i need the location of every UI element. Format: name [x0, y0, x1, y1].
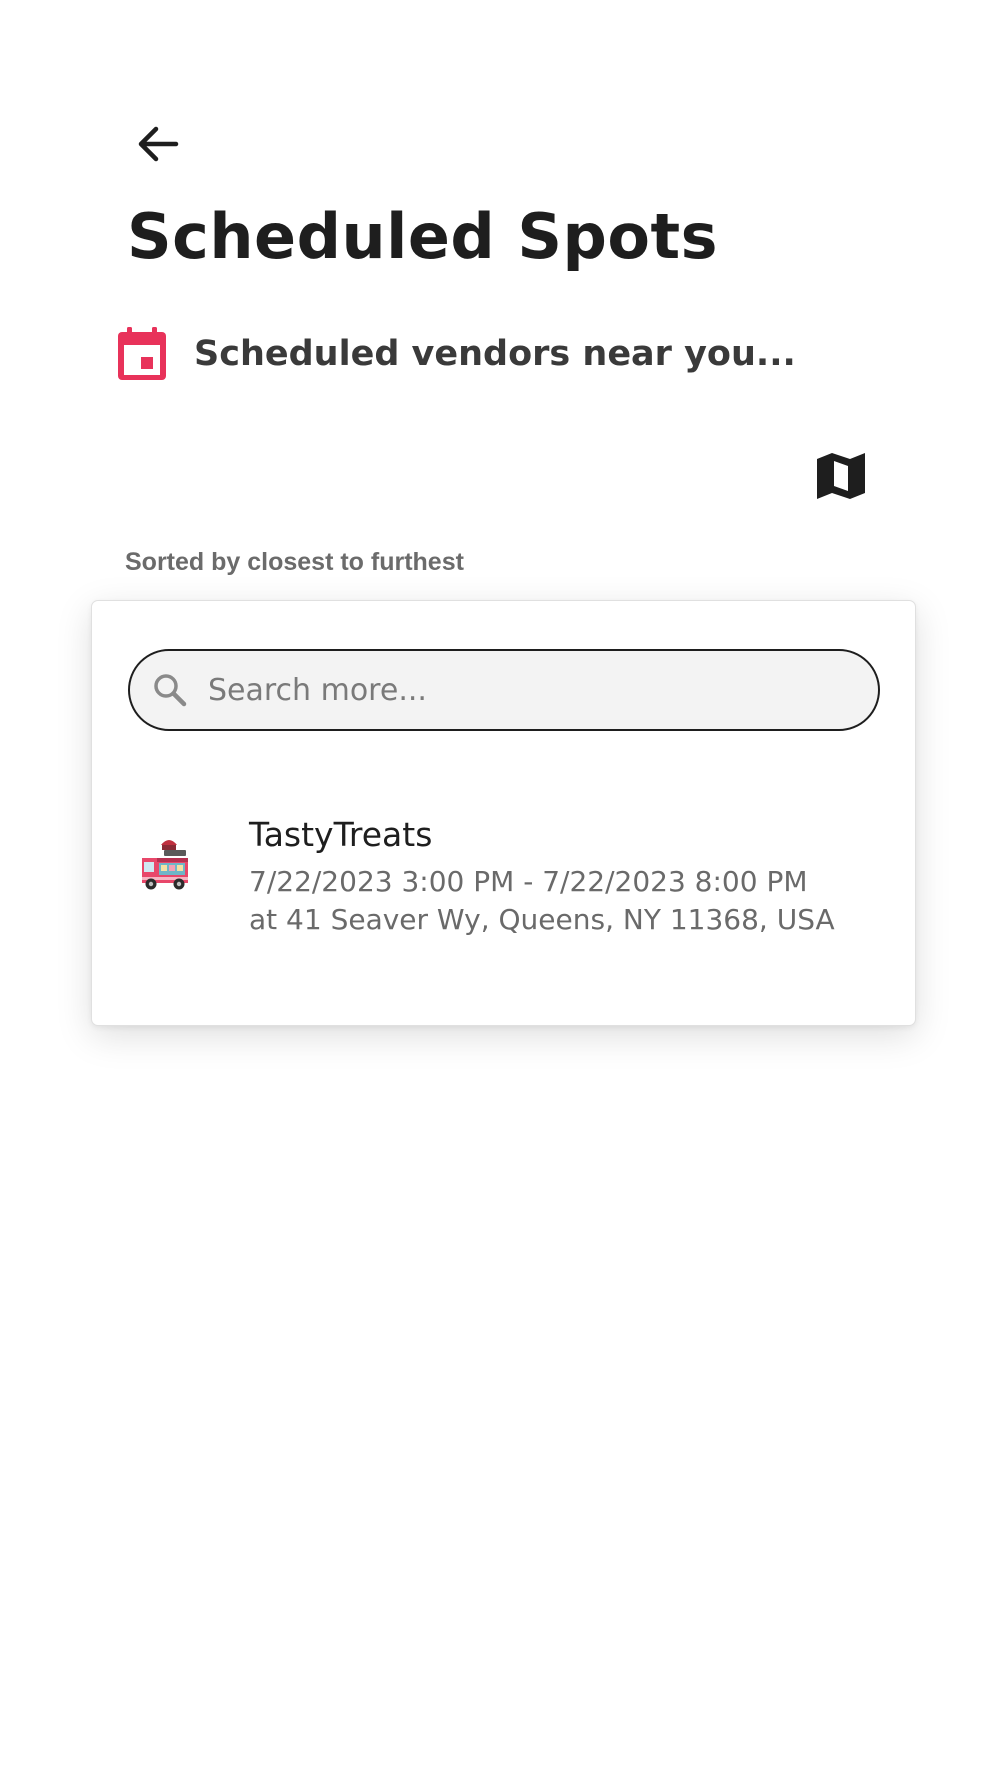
map-icon — [815, 451, 867, 505]
section-title: Scheduled vendors near you... — [194, 334, 796, 374]
search-box[interactable] — [128, 649, 880, 731]
vendor-name: TastyTreats — [249, 815, 433, 854]
search-icon — [152, 672, 188, 708]
calendar-icon — [116, 326, 168, 382]
search-input[interactable] — [206, 671, 850, 709]
page-title: Scheduled Spots — [127, 200, 719, 273]
arrow-left-icon — [134, 120, 182, 172]
list-item[interactable]: TastyTreats 7/22/2023 3:00 PM - 7/22/202… — [92, 811, 917, 981]
food-truck-icon — [138, 831, 200, 893]
sort-label: Sorted by closest to furthest — [125, 548, 464, 576]
back-button[interactable] — [130, 118, 186, 174]
vendor-schedule-details: 7/22/2023 3:00 PM - 7/22/2023 8:00 PM at… — [249, 865, 835, 936]
section-header: Scheduled vendors near you... — [116, 326, 796, 382]
vendor-list-card: TastyTreats 7/22/2023 3:00 PM - 7/22/202… — [91, 600, 916, 1026]
map-view-button[interactable] — [812, 450, 870, 506]
